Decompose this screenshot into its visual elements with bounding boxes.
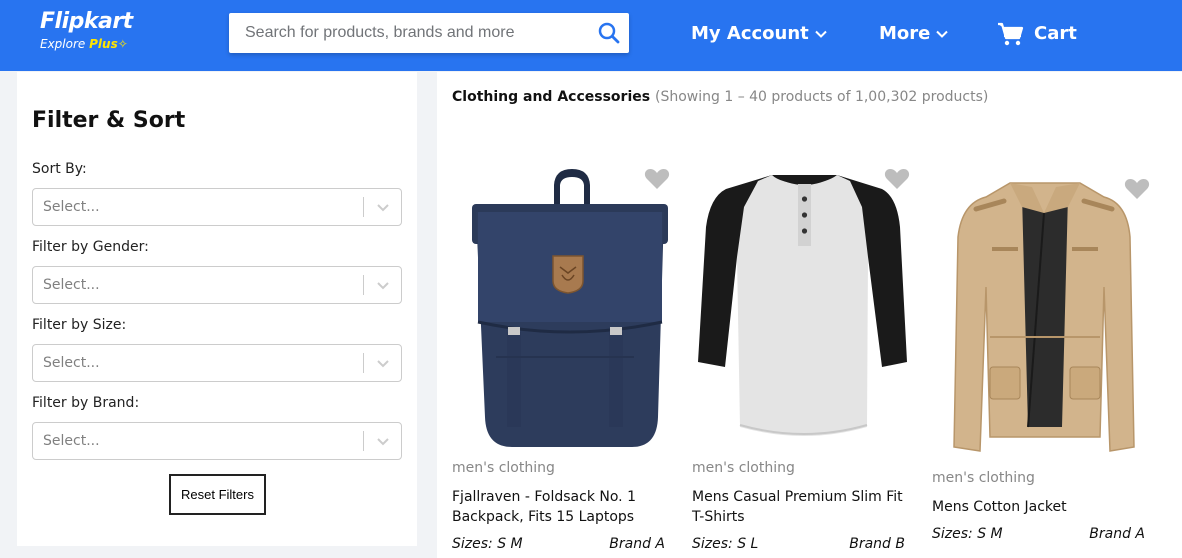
product-name[interactable]: Mens Cotton Jacket	[932, 497, 1157, 517]
tagline-plus: Plus	[89, 37, 118, 51]
chevron-down-icon	[936, 30, 949, 38]
chevron-down-icon[interactable]	[376, 200, 390, 214]
chevron-down-icon[interactable]	[376, 278, 390, 292]
tshirt-image[interactable]	[692, 167, 917, 457]
cart-label: Cart	[1034, 23, 1077, 44]
brand-filter-select[interactable]: Select...	[32, 422, 402, 460]
brand-name: Flipkart	[40, 9, 133, 34]
product-listing: Clothing and Accessories (Showing 1 – 40…	[437, 72, 1182, 558]
size-filter-label: Filter by Size:	[32, 317, 127, 333]
product-name[interactable]: Mens Casual Premium Slim Fit T-Shirts	[692, 487, 917, 527]
product-category: men's clothing	[932, 470, 1035, 486]
top-header: Flipkart Explore Plus✧ My Account More C…	[0, 0, 1182, 71]
more-label: More	[879, 23, 931, 44]
product-card[interactable]: men's clothing Fjallraven - Foldsack No.…	[452, 167, 677, 558]
product-brand: Brand A	[1089, 526, 1145, 542]
sort-by-select[interactable]: Select...	[32, 188, 402, 226]
select-value: Select...	[43, 355, 100, 371]
my-account-label: My Account	[691, 23, 809, 44]
brand-filter-label: Filter by Brand:	[32, 395, 140, 411]
select-separator	[363, 275, 364, 295]
select-separator	[363, 353, 364, 373]
select-separator	[363, 431, 364, 451]
search-icon[interactable]	[597, 21, 621, 45]
select-value: Select...	[43, 277, 100, 293]
select-separator	[363, 197, 364, 217]
product-card[interactable]: men's clothing Mens Cotton Jacket Sizes:…	[932, 177, 1157, 558]
product-sizes: Sizes: S L	[692, 536, 759, 552]
product-brand: Brand A	[609, 536, 665, 552]
plus-star-icon: ✧	[117, 37, 128, 51]
brand-tagline: Explore Plus✧	[40, 37, 133, 51]
product-category: men's clothing	[452, 460, 555, 476]
chevron-down-icon[interactable]	[376, 434, 390, 448]
cart-icon	[998, 22, 1024, 46]
flipkart-logo[interactable]: Flipkart Explore Plus✧	[40, 9, 133, 51]
reset-filters-button[interactable]: Reset Filters	[169, 474, 266, 515]
chevron-down-icon[interactable]	[376, 356, 390, 370]
size-filter-select[interactable]: Select...	[32, 344, 402, 382]
gender-filter-label: Filter by Gender:	[32, 239, 149, 255]
category-title: Clothing and Accessories	[452, 89, 651, 105]
backpack-image[interactable]	[452, 167, 677, 457]
gender-filter-select[interactable]: Select...	[32, 266, 402, 304]
product-brand: Brand B	[849, 536, 905, 552]
product-category: men's clothing	[692, 460, 795, 476]
product-name[interactable]: Fjallraven - Foldsack No. 1 Backpack, Fi…	[452, 487, 677, 527]
product-card[interactable]: men's clothing Mens Casual Premium Slim …	[692, 167, 917, 558]
more-menu[interactable]: More	[879, 22, 949, 46]
sidebar-title: Filter & Sort	[32, 108, 186, 133]
product-sizes: Sizes: S M	[932, 526, 1003, 542]
chevron-down-icon	[815, 30, 827, 38]
results-count: (Showing 1 – 40 products of 1,00,302 pro…	[655, 89, 989, 105]
product-sizes: Sizes: S M	[452, 536, 523, 552]
select-value: Select...	[43, 199, 100, 215]
filter-sidebar: Filter & Sort Sort By: Select... Filter …	[17, 72, 417, 546]
jacket-image[interactable]	[932, 177, 1157, 467]
tagline-prefix: Explore	[40, 37, 86, 51]
cart-link[interactable]: Cart	[997, 22, 1077, 46]
search-bar	[229, 13, 629, 53]
search-input[interactable]	[229, 13, 589, 53]
sort-by-label: Sort By:	[32, 161, 87, 177]
select-value: Select...	[43, 433, 100, 449]
my-account-menu[interactable]: My Account	[691, 22, 827, 46]
